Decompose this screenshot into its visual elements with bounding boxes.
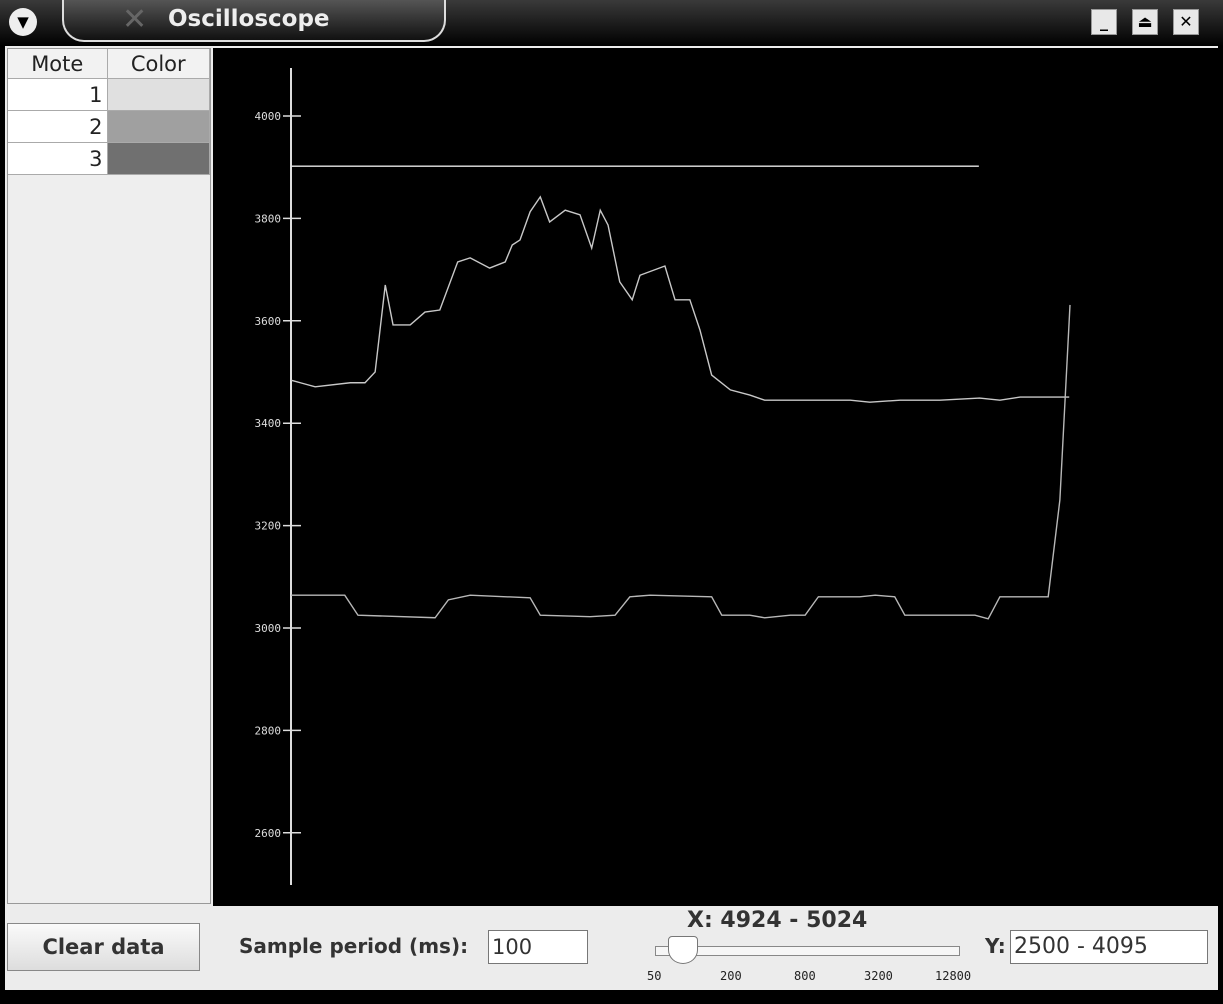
maximize-icon: ⏏ — [1137, 12, 1153, 31]
close-icon: ✕ — [1179, 12, 1193, 31]
close-button[interactable]: ✕ — [1173, 9, 1199, 35]
mote-id: 3 — [8, 143, 108, 174]
series-line-mote-2 — [290, 195, 1070, 403]
window-menu-button[interactable]: ▼ — [9, 8, 37, 36]
minimize-icon: _ — [1100, 12, 1108, 31]
maximize-button[interactable]: ⏏ — [1132, 9, 1158, 35]
slider-tick: 12800 — [935, 969, 972, 983]
table-row[interactable]: 1 — [8, 79, 210, 111]
control-bar: Clear data Sample period (ms): 100 X: 49… — [5, 906, 1218, 990]
slider-tick: 200 — [720, 969, 742, 983]
slider-tick: 800 — [794, 969, 816, 983]
table-row[interactable]: 2 — [8, 111, 210, 143]
sample-period-label: Sample period (ms): — [239, 934, 469, 958]
y-tick-label: 4000 — [255, 110, 282, 123]
color-swatch[interactable] — [107, 79, 210, 110]
column-header-mote[interactable]: Mote — [8, 49, 108, 78]
x-logo-icon: ✕ — [122, 2, 148, 37]
series-line-mote-3 — [291, 304, 1071, 620]
mote-id: 2 — [8, 111, 108, 142]
color-swatch[interactable] — [107, 143, 210, 174]
minimize-button[interactable]: _ — [1091, 9, 1117, 35]
y-tick-label: 2800 — [255, 724, 282, 737]
window-client: Mote Color 1 2 3 2600 2800 3000 3200 3400 360… — [5, 46, 1218, 990]
color-swatch[interactable] — [107, 111, 210, 142]
y-tick-label: 2600 — [255, 827, 282, 840]
slider-tick: 3200 — [864, 969, 893, 983]
title-bar: ▼ ✕ Oscilloscope _ ⏏ ✕ — [0, 0, 1223, 46]
chevron-down-icon: ▼ — [17, 13, 29, 31]
window-title: Oscilloscope — [168, 6, 330, 32]
y-tick-label: 3000 — [255, 622, 282, 635]
slider-tick: 50 — [647, 969, 662, 983]
title-pill: ✕ Oscilloscope — [62, 0, 446, 42]
y-tick-label: 3800 — [255, 212, 282, 225]
y-tick-label: 3400 — [255, 417, 282, 430]
table-row[interactable]: 3 — [8, 143, 210, 175]
mote-table[interactable]: Mote Color 1 2 3 — [7, 48, 211, 904]
slider-thumb[interactable] — [668, 936, 698, 964]
x-range-label: X: 4924 - 5024 — [687, 908, 868, 933]
y-range-label: Y: — [985, 934, 1006, 958]
column-header-color[interactable]: Color — [108, 49, 210, 78]
x-scale-slider[interactable] — [655, 946, 960, 956]
y-range-input[interactable]: 2500 - 4095 — [1010, 930, 1208, 964]
mote-id: 1 — [8, 79, 108, 110]
oscilloscope-plot: 2600 2800 3000 3200 3400 3600 3800 4000 — [213, 48, 1218, 906]
table-header: Mote Color — [8, 49, 210, 79]
sample-period-input[interactable]: 100 — [488, 930, 588, 964]
y-tick-label: 3600 — [255, 315, 282, 328]
y-tick-label: 3200 — [255, 520, 282, 533]
clear-data-button[interactable]: Clear data — [7, 923, 200, 971]
